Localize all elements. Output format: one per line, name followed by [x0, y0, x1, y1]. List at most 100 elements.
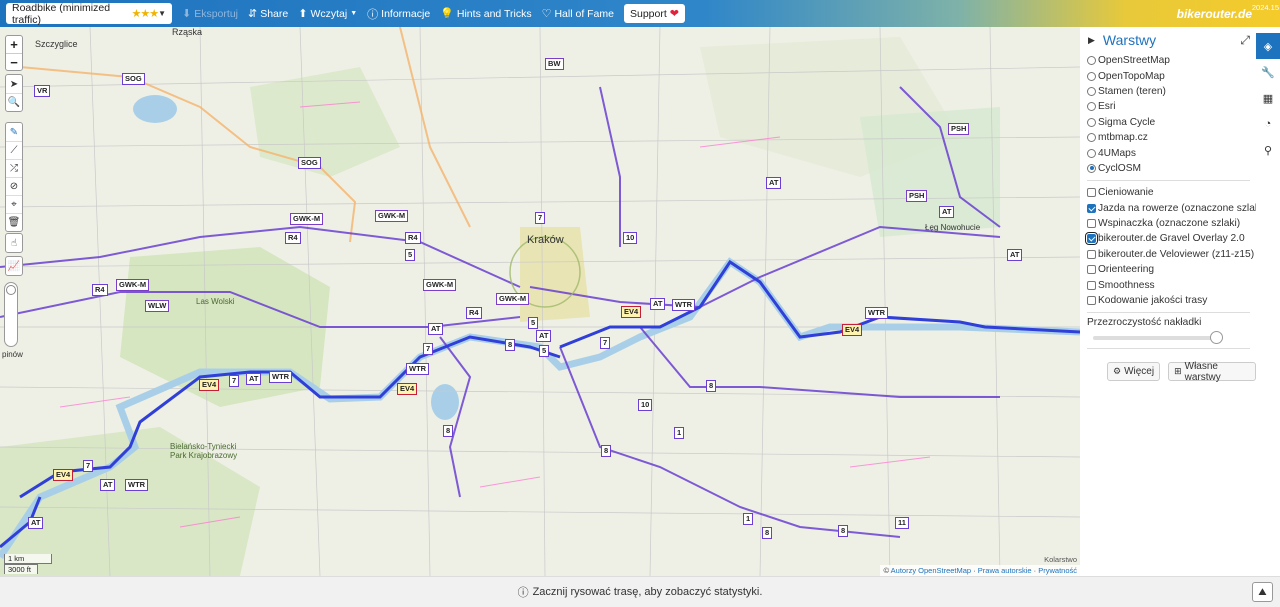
- checkbox[interactable]: [1087, 219, 1096, 229]
- base-layer-option[interactable]: CyclOSM: [1087, 161, 1256, 176]
- info-label: Informacje: [381, 7, 431, 20]
- overlay-layer-option[interactable]: Jazda na rowerze (oznaczone szlaki): [1087, 201, 1266, 216]
- checkbox[interactable]: [1087, 296, 1096, 306]
- pie-chart-tab-icon[interactable]: ◔: [1256, 111, 1280, 137]
- more-layers-button[interactable]: ⚙ Więcej: [1107, 362, 1161, 382]
- zoom-in-button[interactable]: +: [6, 36, 22, 53]
- elevation-tool: 📈: [5, 256, 23, 276]
- zoom-out-button[interactable]: −: [6, 53, 22, 70]
- overlay-layer-label: Cieniowanie: [1098, 187, 1154, 199]
- radio-button[interactable]: [1087, 102, 1096, 112]
- overlay-layer-option[interactable]: Wspinaczka (oznaczone szlaki): [1087, 216, 1256, 231]
- radio-button[interactable]: [1087, 163, 1096, 173]
- checkbox[interactable]: [1087, 249, 1096, 259]
- trash-icon[interactable]: 🗑: [6, 213, 22, 231]
- route-badge: R4: [285, 232, 301, 244]
- checkbox[interactable]: [1087, 280, 1096, 290]
- map-attribution: © Autorzy OpenStreetMap · Prawa autorski…: [880, 565, 1080, 576]
- base-layer-option[interactable]: OpenStreetMap: [1087, 53, 1256, 68]
- elevation-chart-toggle-icon[interactable]: ⛰: [1252, 582, 1273, 602]
- route-badge: VR: [34, 85, 51, 97]
- hints-button[interactable]: 💡 Hints and Tricks: [440, 7, 531, 21]
- table-tab-icon[interactable]: ▦: [1256, 85, 1280, 111]
- radio-button[interactable]: [1087, 56, 1096, 66]
- base-layer-option[interactable]: mtbmap.cz: [1087, 130, 1256, 145]
- expand-icon[interactable]: ⤢: [1240, 33, 1250, 48]
- base-layer-option[interactable]: Esri: [1087, 99, 1256, 114]
- route-badge: EV4: [621, 306, 642, 318]
- download-icon: ⬇: [182, 8, 192, 20]
- overlay-layer-option[interactable]: Cieniowanie: [1087, 185, 1256, 200]
- layers-sidebar: ▶ Warstwy ⤢ OpenStreetMap OpenTopoMap Stam…: [1080, 27, 1266, 576]
- no-go-area-icon[interactable]: ⊘: [6, 177, 22, 195]
- export-button[interactable]: ⬇ Eksportuj: [182, 7, 238, 21]
- route-badge: EV4: [397, 383, 418, 395]
- area-chart-icon[interactable]: 📈: [6, 257, 22, 275]
- hall-of-fame-button[interactable]: ♡ Hall of Fame: [542, 7, 614, 21]
- radio-button[interactable]: [1087, 71, 1096, 81]
- custom-layers-button[interactable]: ⊞ Własne warstwy: [1168, 361, 1256, 383]
- radio-button[interactable]: [1087, 148, 1096, 158]
- map-marker-tab-icon[interactable]: ⚲: [1256, 137, 1280, 163]
- route-badge: R4: [92, 284, 108, 296]
- overlay-layer-option[interactable]: Smoothness: [1087, 277, 1256, 292]
- base-layer-option[interactable]: OpenTopoMap: [1087, 68, 1256, 83]
- load-button[interactable]: ⬆ Wczytaj ▼: [298, 7, 357, 21]
- base-layer-option[interactable]: Sigma Cycle: [1087, 115, 1256, 130]
- route-badge: WTR: [269, 371, 293, 383]
- sidebar-title: Warstwy: [1102, 32, 1157, 48]
- pencil-icon[interactable]: ✎: [6, 123, 22, 141]
- share-button[interactable]: ⇵ Share: [248, 7, 288, 21]
- hall-of-fame-label: Hall of Fame: [554, 7, 614, 20]
- checkbox[interactable]: [1087, 265, 1096, 275]
- checkbox[interactable]: [1087, 203, 1096, 213]
- privacy-link[interactable]: Prywatność: [1038, 566, 1077, 575]
- brand-logo[interactable]: bikerouter.de 2024.15: [1177, 3, 1279, 21]
- copyright-link[interactable]: Prawa autorskie: [978, 566, 1032, 575]
- osm-authors-link[interactable]: Autorzy OpenStreetMap: [891, 566, 971, 575]
- base-layer-label: Stamen (teren): [1098, 85, 1166, 97]
- route-badge: AT: [650, 298, 666, 310]
- overlay-opacity-slider[interactable]: [1093, 331, 1223, 345]
- route-badge: AT: [536, 330, 552, 342]
- base-layer-option[interactable]: 4UMaps: [1087, 145, 1256, 160]
- share-icon: ⇵: [248, 8, 258, 20]
- reverse-route-icon[interactable]: ⤮: [6, 159, 22, 177]
- overlay-layer-option[interactable]: Kodowanie jakości trasy: [1087, 293, 1256, 308]
- route-badge: WTR: [865, 307, 889, 319]
- radio-button[interactable]: [1087, 133, 1096, 143]
- route-badge: 10: [638, 399, 653, 411]
- poi-marker-icon[interactable]: ⌖: [6, 195, 22, 213]
- collapse-triangle-icon[interactable]: ▶: [1088, 35, 1095, 46]
- overlay-layer-label: Kodowanie jakości trasy: [1098, 295, 1208, 307]
- wrench-tab-icon[interactable]: 🔧: [1256, 59, 1280, 85]
- base-layer-option[interactable]: Stamen (teren): [1087, 84, 1256, 99]
- overlay-layer-option[interactable]: bikerouter.de Veloviewer (z11-z15): [1087, 247, 1256, 262]
- map-opacity-slider[interactable]: [4, 282, 18, 347]
- map-city-label: Kraków: [527, 234, 564, 246]
- overlay-layer-option[interactable]: bikerouter.de Gravel Overlay 2.0: [1085, 231, 1256, 246]
- checkbox[interactable]: [1087, 188, 1096, 198]
- profile-dropdown[interactable]: Roadbike (minimized traffic) ★★★ ▼: [6, 2, 172, 26]
- support-button[interactable]: Support ❤: [624, 4, 685, 23]
- route-badge: 8: [838, 525, 849, 537]
- search-icon[interactable]: 🔍: [6, 93, 22, 111]
- radio-button[interactable]: [1087, 86, 1096, 96]
- locate-icon[interactable]: ➤: [6, 75, 22, 93]
- slider-thumb[interactable]: [1210, 331, 1223, 345]
- overlay-layer-option[interactable]: Orienteering: [1087, 262, 1256, 277]
- map-view[interactable]: VR SOG SOG GWK-M GWK-M R4 R4 5 GWK-M GWK-M R4 WLW GW…: [0, 27, 1080, 576]
- more-layers-label: Więcej: [1124, 366, 1155, 378]
- info-button[interactable]: ⓘ Informacje: [367, 6, 430, 22]
- hand-pointer-icon[interactable]: ☝: [6, 234, 22, 252]
- route-badge: 7: [535, 212, 546, 224]
- radio-button[interactable]: [1087, 117, 1096, 127]
- lightbulb-icon: 💡: [440, 8, 454, 20]
- slider-knob[interactable]: [6, 285, 16, 295]
- checkbox[interactable]: [1085, 232, 1098, 246]
- caret-down-icon: ▼: [158, 9, 166, 18]
- route-badge: 7: [423, 343, 434, 355]
- draw-line-icon[interactable]: ⟋: [6, 141, 22, 159]
- route-badge: AT: [1007, 249, 1023, 261]
- layers-tab-icon[interactable]: ◈: [1256, 33, 1280, 59]
